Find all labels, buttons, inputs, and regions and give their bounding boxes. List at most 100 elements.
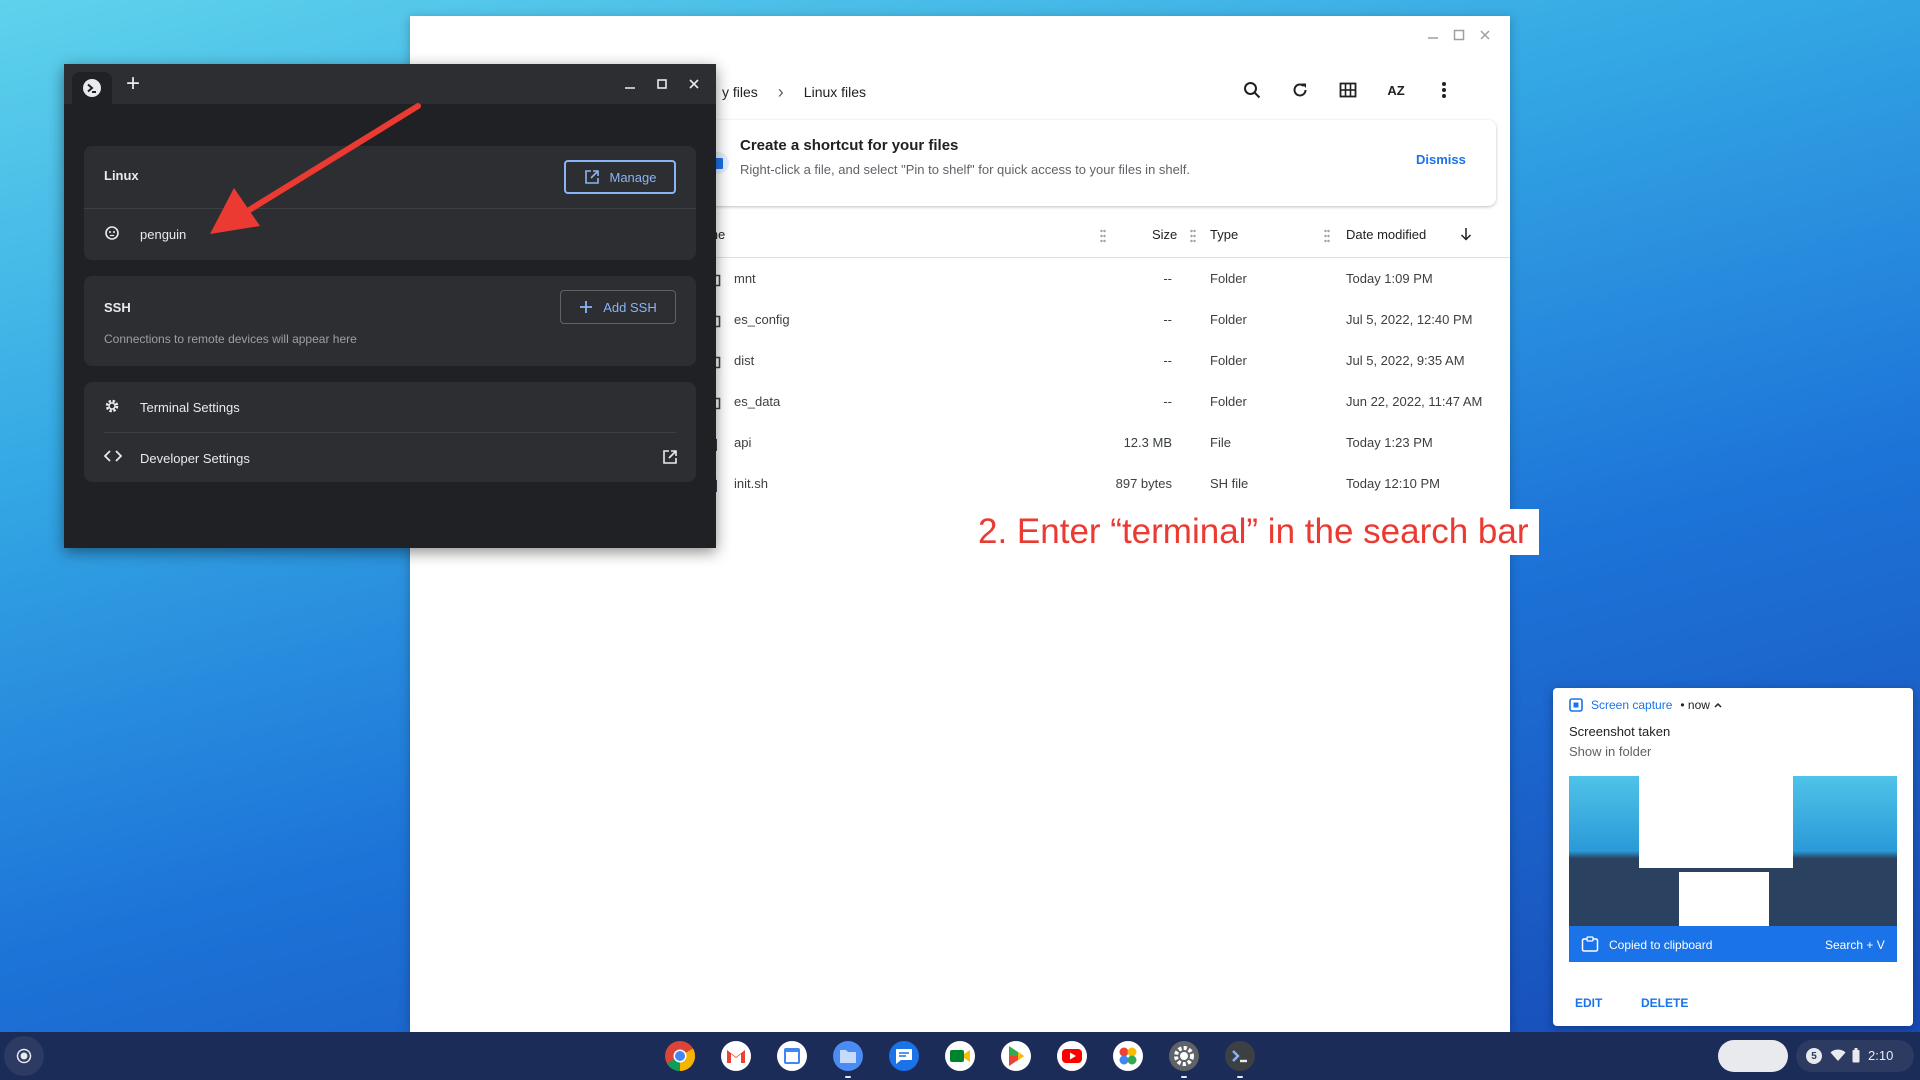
maximize-icon[interactable] [652,74,672,94]
breadcrumb-parent[interactable]: y files [722,84,758,100]
running-indicator [1181,1076,1187,1078]
open-external-icon [584,169,600,185]
delete-button[interactable]: DELETE [1641,996,1688,1010]
chrome-icon[interactable] [660,1036,700,1076]
meet-icon[interactable] [940,1036,980,1076]
linux-card: Linux Manage penguin [84,146,696,260]
new-tab-button[interactable]: + [126,70,140,98]
settings-card: Terminal Settings Developer Settings [84,382,696,482]
chevron-up-icon[interactable] [1714,702,1722,708]
column-resize-icon[interactable] [1322,227,1332,245]
refresh-icon[interactable] [1282,72,1318,108]
notification-source-label: Screen capture [1591,698,1673,712]
table-row[interactable]: es_config -- Folder Jul 5, 2022, 12:40 PM [700,300,1510,340]
add-ssh-button[interactable]: Add SSH [560,290,676,324]
penguin-icon [104,225,120,241]
file-size: 897 bytes [1115,476,1172,491]
open-external-icon[interactable] [662,449,678,465]
thumbnail-dialog [1679,872,1769,926]
developer-settings-item[interactable]: Developer Settings [84,433,696,482]
sort-button[interactable]: AZ [1378,72,1414,108]
launcher-button[interactable] [4,1036,44,1076]
column-type[interactable]: Type [1210,227,1238,242]
container-penguin[interactable]: penguin [84,209,696,260]
calendar-icon[interactable] [772,1036,812,1076]
banner-subtitle: Right-click a file, and select "Pin to s… [740,162,1190,177]
manage-button[interactable]: Manage [564,160,676,194]
shelf: 5 2:10 [0,1032,1920,1080]
developer-settings-label: Developer Settings [140,451,250,466]
terminal-settings-item[interactable]: Terminal Settings [84,382,696,432]
column-date-modified[interactable]: Date modified [1346,227,1426,242]
settings-icon[interactable] [1164,1036,1204,1078]
close-icon[interactable] [684,74,704,94]
column-resize-icon[interactable] [1098,227,1108,245]
file-date: Today 12:10 PM [1346,476,1440,491]
file-date: Jul 5, 2022, 12:40 PM [1346,312,1473,327]
ssh-card: SSH Add SSH Connections to remote device… [84,276,696,366]
breadcrumb: y files › Linux files [722,66,866,118]
youtube-icon[interactable] [1052,1036,1092,1076]
minimize-icon[interactable] [1422,24,1444,46]
file-type: Folder [1210,394,1247,409]
table-row[interactable]: init.sh 897 bytes SH file Today 12:10 PM [700,464,1510,504]
edit-button[interactable]: EDIT [1575,996,1602,1010]
file-name: dist [734,353,755,368]
terminal-settings-label: Terminal Settings [140,400,240,415]
files-icon[interactable] [828,1036,868,1078]
file-size: -- [1163,394,1172,409]
notification-badge: 5 [1806,1048,1822,1064]
screen-capture-icon [1569,698,1583,712]
paste-shortcut: Search + V [1825,938,1885,952]
search-icon[interactable] [1234,72,1270,108]
table-row[interactable]: mnt -- Folder Today 1:09 PM [700,259,1510,299]
maximize-icon[interactable] [1448,24,1470,46]
file-name: es_config [734,312,790,327]
table-row[interactable]: api 12.3 MB File Today 1:23 PM [700,423,1510,463]
battery-icon [1852,1048,1860,1063]
clipboard-icon [1581,936,1599,952]
clipboard-label: Copied to clipboard [1609,938,1713,952]
terminal-tab-icon [82,78,102,98]
show-in-folder-link[interactable]: Show in folder [1569,744,1651,759]
notification-time: • now [1680,698,1710,712]
column-header: ame Size Type Date modified [700,212,1510,258]
code-icon [104,449,122,463]
annotation-text: 2. Enter “terminal” in the search bar [968,509,1539,555]
terminal-icon[interactable] [1220,1036,1260,1078]
manage-label: Manage [609,169,657,185]
running-indicator [1237,1076,1243,1078]
screenshot-thumbnail[interactable] [1569,776,1897,926]
close-icon[interactable] [1474,24,1496,46]
file-date: Jul 5, 2022, 9:35 AM [1346,353,1465,368]
messages-icon[interactable] [884,1036,924,1076]
file-name: mnt [734,271,756,286]
holding-space-tray[interactable] [1718,1040,1788,1072]
gmail-icon[interactable] [716,1036,756,1076]
grid-view-icon[interactable] [1330,72,1366,108]
ssh-label: SSH [104,300,131,315]
more-vert-icon[interactable] [1426,72,1462,108]
file-type: File [1210,435,1231,450]
shortcut-banner: Create a shortcut for your files Right-c… [700,120,1496,206]
file-name: es_data [734,394,781,409]
file-date: Today 1:09 PM [1346,271,1433,286]
minimize-icon[interactable] [620,74,640,94]
dismiss-button[interactable]: Dismiss [1416,152,1466,167]
add-ssh-label: Add SSH [603,299,657,315]
sort-down-icon[interactable] [1460,227,1472,241]
status-tray[interactable]: 5 2:10 [1796,1040,1914,1072]
table-row[interactable]: es_data -- Folder Jun 22, 2022, 11:47 AM [700,382,1510,422]
photos-icon[interactable] [1108,1036,1148,1076]
terminal-tab[interactable] [72,72,112,104]
file-size: 12.3 MB [1123,435,1172,450]
clock: 2:10 [1868,1048,1894,1063]
wifi-icon [1830,1049,1846,1062]
play-store-icon[interactable] [996,1036,1036,1076]
table-row[interactable]: dist -- Folder Jul 5, 2022, 9:35 AM [700,341,1510,381]
linux-label: Linux [104,168,139,183]
column-size[interactable]: Size [1152,227,1177,242]
file-type: SH file [1210,476,1249,491]
column-resize-icon[interactable] [1188,227,1198,245]
breadcrumb-current[interactable]: Linux files [804,84,866,100]
